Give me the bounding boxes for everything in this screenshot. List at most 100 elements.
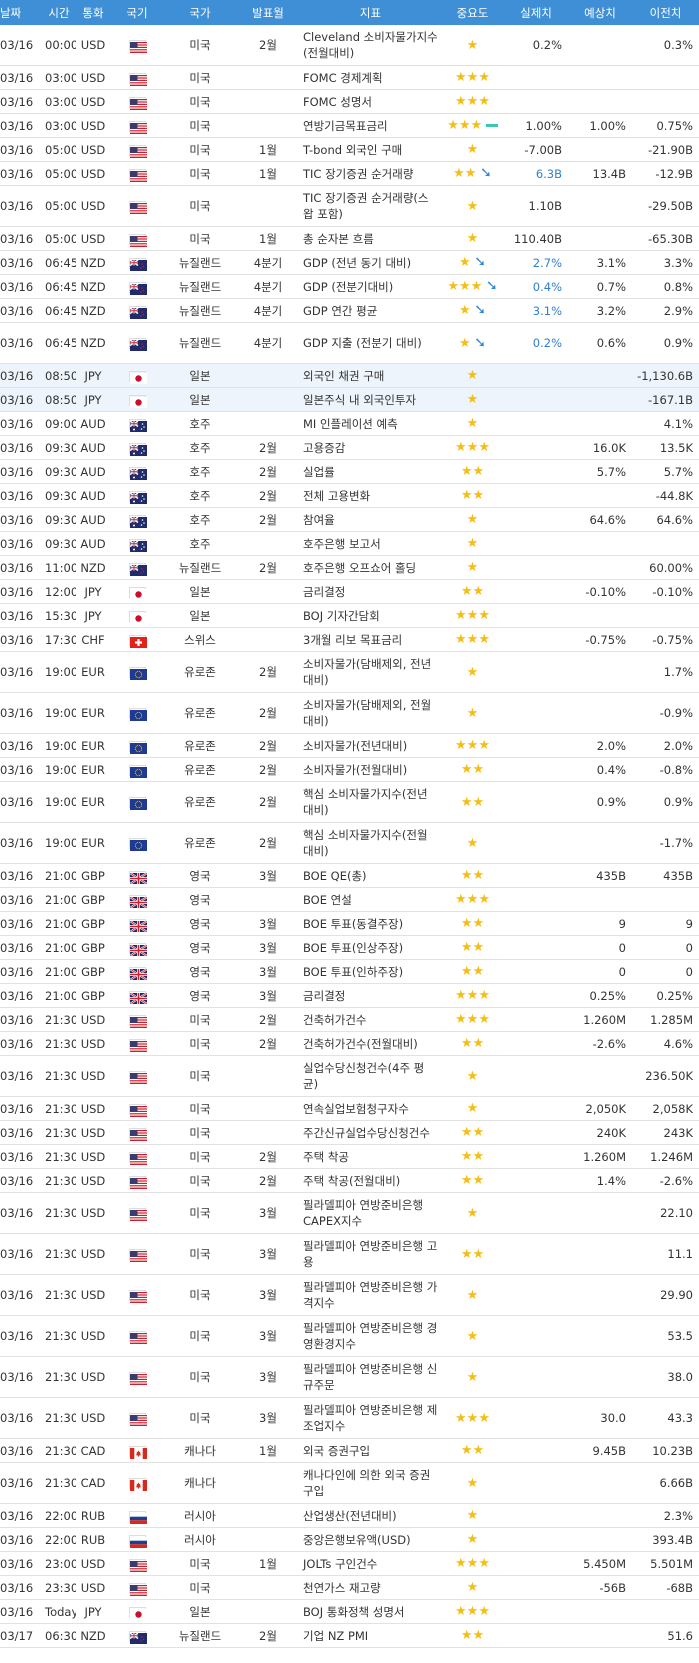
table-row[interactable]: 03/16 06:45 NZD 뉴질랜드 4분기 GDP (전분기대비) ★★★ ➘ 0.4%…: [0, 274, 699, 299]
table-row[interactable]: 03/16 09:30 AUD 호주 2월 실업률 ★★ 5.7% 5.7%: [0, 459, 699, 484]
table-row[interactable]: 03/16 19:00 EUR 유로존 2월 핵심 소비자물가지수(전년대비) ★★ 0.9%…: [0, 781, 699, 823]
table-row[interactable]: 03/16 08:50 JPY 일본 일본주식 내 외국인투자 ★ -167.1B: [0, 387, 699, 412]
indicator-cell[interactable]: 산업생산(전년대비): [300, 1503, 441, 1528]
table-row[interactable]: 03/16 06:45 NZD 뉴질랜드 4분기 GDP 지출 (전분기 대비) ★ ➘ 0.…: [0, 322, 699, 364]
indicator-cell[interactable]: MI 인플레이션 예측: [300, 411, 441, 436]
indicator-cell[interactable]: GDP (전년 동기 대비): [300, 250, 441, 275]
indicator-cell[interactable]: 핵심 소비자물가지수(전월대비): [300, 822, 441, 864]
table-row[interactable]: 03/16 09:30 AUD 호주 2월 전체 고용변화 ★★ -44.8K: [0, 483, 699, 508]
indicator-cell[interactable]: 건축허가건수(전월대비): [300, 1031, 441, 1056]
indicator-cell[interactable]: JOLTs 구인건수: [300, 1551, 441, 1576]
column-header[interactable]: 시간: [42, 0, 76, 25]
indicator-cell[interactable]: 일본주식 내 외국인투자: [300, 387, 441, 412]
indicator-cell[interactable]: 금리결정: [300, 983, 441, 1008]
table-row[interactable]: 03/16 21:30 USD 미국 실업수당신청건수(4주 평균) ★ 236.50K: [0, 1055, 699, 1097]
indicator-cell[interactable]: 소비자물가(전년대비): [300, 733, 441, 758]
indicator-cell[interactable]: BOE QE(총): [300, 863, 441, 888]
table-row[interactable]: 03/16 21:30 USD 미국 2월 주택 착공(전월대비) ★★ 1.4% -2.6%: [0, 1168, 699, 1193]
indicator-cell[interactable]: 주택 착공(전월대비): [300, 1168, 441, 1193]
indicator-cell[interactable]: 외국인 채권 구매: [300, 363, 441, 388]
table-row[interactable]: 03/16 05:00 USD 미국 1월 총 순자본 흐름 ★ 110.40B -65.30B: [0, 226, 699, 251]
table-row[interactable]: 03/16 21:00 GBP 영국 3월 BOE 투표(동결주장) ★★ 9 9: [0, 911, 699, 936]
table-row[interactable]: 03/16 19:00 EUR 유로존 2월 소비자물가(담배제외, 전년대비) ★ 1.7%: [0, 651, 699, 693]
table-row[interactable]: 03/16 21:30 USD 미국 주간신규실업수당신청건수 ★★ 240K 243K: [0, 1120, 699, 1145]
indicator-cell[interactable]: 실업률: [300, 459, 441, 484]
indicator-cell[interactable]: 고용증감: [300, 435, 441, 460]
indicator-cell[interactable]: TIC 장기증권 순거래량(스왑 포함): [300, 185, 441, 227]
table-row[interactable]: 03/16 22:00 RUB 러시아 중앙은행보유액(USD) ★ 393.4B: [0, 1527, 699, 1552]
table-row[interactable]: 03/16 21:00 GBP 영국 3월 BOE 투표(인상주장) ★★ 0 0: [0, 935, 699, 960]
table-row[interactable]: 03/16 21:00 GBP 영국 3월 금리결정 ★★★ 0.25% 0.25%: [0, 983, 699, 1008]
table-row[interactable]: 03/16 05:00 USD 미국 1월 TIC 장기증권 순거래량 ★★ ➘ 6.3B 13…: [0, 161, 699, 186]
indicator-cell[interactable]: 필라델피아 연방준비은행 경영환경지수: [300, 1315, 441, 1357]
table-row[interactable]: 03/16 03:00 USD 미국 FOMC 성명서 ★★★: [0, 89, 699, 114]
indicator-cell[interactable]: 필라델피아 연방준비은행 CAPEX지수: [300, 1192, 441, 1234]
indicator-cell[interactable]: Cleveland 소비자물가지수(전월대비): [300, 25, 441, 66]
indicator-cell[interactable]: 호주은행 보고서: [300, 531, 441, 556]
indicator-cell[interactable]: 실업수당신청건수(4주 평균): [300, 1055, 441, 1097]
table-row[interactable]: 03/16 08:50 JPY 일본 외국인 채권 구매 ★ -1,130.6B: [0, 363, 699, 388]
column-header[interactable]: 이전치: [632, 0, 699, 25]
table-row[interactable]: 03/16 21:30 USD 미국 2월 주택 착공 ★★ 1.260M 1.246M: [0, 1144, 699, 1169]
table-row[interactable]: 03/16 15:30 JPY 일본 BOJ 기자간담회 ★★★: [0, 603, 699, 628]
table-row[interactable]: 03/16 Today JPY 일본 BOJ 통화정책 성명서 ★★★: [0, 1599, 699, 1624]
table-row[interactable]: 03/16 21:30 CAD 캐나다 1월 외국 증권구입 ★★ 9.45B 10.23B: [0, 1438, 699, 1463]
table-row[interactable]: 03/16 19:00 EUR 유로존 2월 소비자물가(전년대비) ★★★ 2.0% 2.0%: [0, 733, 699, 758]
table-row[interactable]: 03/16 21:30 USD 미국 3월 필라델피아 연방준비은행 CAPEX지수 ★ 22…: [0, 1192, 699, 1234]
indicator-cell[interactable]: 천연가스 재고량: [300, 1575, 441, 1600]
table-row[interactable]: 03/16 03:00 USD 미국 연방기금목표금리 ★★★ 1.00% 1.00% 0.7…: [0, 113, 699, 138]
table-row[interactable]: 03/16 09:30 AUD 호주 2월 참여율 ★ 64.6% 64.6%: [0, 507, 699, 532]
indicator-cell[interactable]: 금리결정: [300, 579, 441, 604]
indicator-cell[interactable]: 연방기금목표금리: [300, 113, 441, 138]
table-row[interactable]: 03/16 09:00 AUD 호주 MI 인플레이션 예측 ★ 4.1%: [0, 411, 699, 436]
indicator-cell[interactable]: FOMC 경제계획: [300, 65, 441, 90]
indicator-cell[interactable]: 기업 NZ PMI: [300, 1623, 441, 1648]
table-row[interactable]: 03/16 03:00 USD 미국 FOMC 경제계획 ★★★: [0, 65, 699, 90]
table-row[interactable]: 03/16 11:00 NZD 뉴질랜드 2월 호주은행 오프쇼어 홀딩 ★ 60.00%: [0, 555, 699, 580]
indicator-cell[interactable]: T-bond 외국인 구매: [300, 137, 441, 162]
table-row[interactable]: 03/16 21:00 GBP 영국 BOE 연설 ★★★: [0, 887, 699, 912]
indicator-cell[interactable]: 중앙은행보유액(USD): [300, 1527, 441, 1552]
indicator-cell[interactable]: 주간신규실업수당신청건수: [300, 1120, 441, 1145]
table-row[interactable]: 03/16 05:00 USD 미국 1월 T-bond 외국인 구매 ★ -7.00B -21…: [0, 137, 699, 162]
table-row[interactable]: 03/16 21:30 USD 미국 연속실업보험청구자수 ★ 2,050K 2,058K: [0, 1096, 699, 1121]
indicator-cell[interactable]: 호주은행 오프쇼어 홀딩: [300, 555, 441, 580]
column-header[interactable]: 지표: [300, 0, 441, 25]
table-row[interactable]: 03/16 21:30 USD 미국 3월 필라델피아 연방준비은행 신규주문 ★ 38.0: [0, 1356, 699, 1398]
indicator-cell[interactable]: GDP 연간 평균: [300, 298, 441, 323]
indicator-cell[interactable]: 필라델피아 연방준비은행 제조업지수: [300, 1397, 441, 1439]
table-row[interactable]: 03/16 21:30 USD 미국 3월 필라델피아 연방준비은행 제조업지수 ★★★ 30…: [0, 1397, 699, 1439]
column-header[interactable]: 날짜: [0, 0, 42, 25]
indicator-cell[interactable]: GDP (전분기대비): [300, 274, 441, 299]
indicator-cell[interactable]: 소비자물가(담배제외, 전월대비): [300, 692, 441, 734]
indicator-cell[interactable]: 소비자물가(전월대비): [300, 757, 441, 782]
indicator-cell[interactable]: BOJ 기자간담회: [300, 603, 441, 628]
table-row[interactable]: 03/16 23:00 USD 미국 1월 JOLTs 구인건수 ★★★ 5.450M 5.50…: [0, 1551, 699, 1576]
table-row[interactable]: 03/16 09:30 AUD 호주 2월 고용증감 ★★★ 16.0K 13.5K: [0, 435, 699, 460]
indicator-cell[interactable]: 소비자물가(담배제외, 전년대비): [300, 651, 441, 693]
indicator-cell[interactable]: 건축허가건수: [300, 1007, 441, 1032]
indicator-cell[interactable]: 필라델피아 연방준비은행 가격지수: [300, 1274, 441, 1316]
indicator-cell[interactable]: 외국 증권구입: [300, 1438, 441, 1463]
column-header[interactable]: 국기: [110, 0, 164, 25]
table-row[interactable]: 03/17 06:30 NZD 뉴질랜드 2월 기업 NZ PMI ★★ 51.6: [0, 1623, 699, 1648]
indicator-cell[interactable]: 캐나다인에 의한 외국 증권구입: [300, 1462, 441, 1504]
column-header[interactable]: 실제치: [504, 0, 568, 25]
indicator-cell[interactable]: TIC 장기증권 순거래량: [300, 161, 441, 186]
indicator-cell[interactable]: BOE 투표(인하주장): [300, 959, 441, 984]
table-row[interactable]: 03/16 21:00 GBP 영국 3월 BOE 투표(인하주장) ★★ 0 0: [0, 959, 699, 984]
indicator-cell[interactable]: 전체 고용변화: [300, 483, 441, 508]
indicator-cell[interactable]: 필라델피아 연방준비은행 신규주문: [300, 1356, 441, 1398]
table-row[interactable]: 03/16 06:45 NZD 뉴질랜드 4분기 GDP (전년 동기 대비) ★ ➘ 2.7…: [0, 250, 699, 275]
table-row[interactable]: 03/16 21:30 USD 미국 3월 필라델피아 연방준비은행 가격지수 ★ 29.90: [0, 1274, 699, 1316]
table-row[interactable]: 03/16 06:45 NZD 뉴질랜드 4분기 GDP 연간 평균 ★ ➘ 3.1% 3.2%…: [0, 298, 699, 323]
indicator-cell[interactable]: 핵심 소비자물가지수(전년대비): [300, 781, 441, 823]
table-row[interactable]: 03/16 23:30 USD 미국 천연가스 재고량 ★ -56B -68B: [0, 1575, 699, 1600]
table-row[interactable]: 03/16 09:30 AUD 호주 호주은행 보고서 ★: [0, 531, 699, 556]
table-row[interactable]: 03/16 21:30 USD 미국 3월 필라델피아 연방준비은행 고용 ★★ 11.1: [0, 1233, 699, 1275]
table-row[interactable]: 03/16 22:00 RUB 러시아 산업생산(전년대비) ★ 2.3%: [0, 1503, 699, 1528]
indicator-cell[interactable]: 주택 착공: [300, 1144, 441, 1169]
indicator-cell[interactable]: GDP 지출 (전분기 대비): [300, 322, 441, 364]
indicator-cell[interactable]: 연속실업보험청구자수: [300, 1096, 441, 1121]
table-row[interactable]: 03/16 21:30 CAD 캐나다 캐나다인에 의한 외국 증권구입 ★ 6.66B: [0, 1462, 699, 1504]
